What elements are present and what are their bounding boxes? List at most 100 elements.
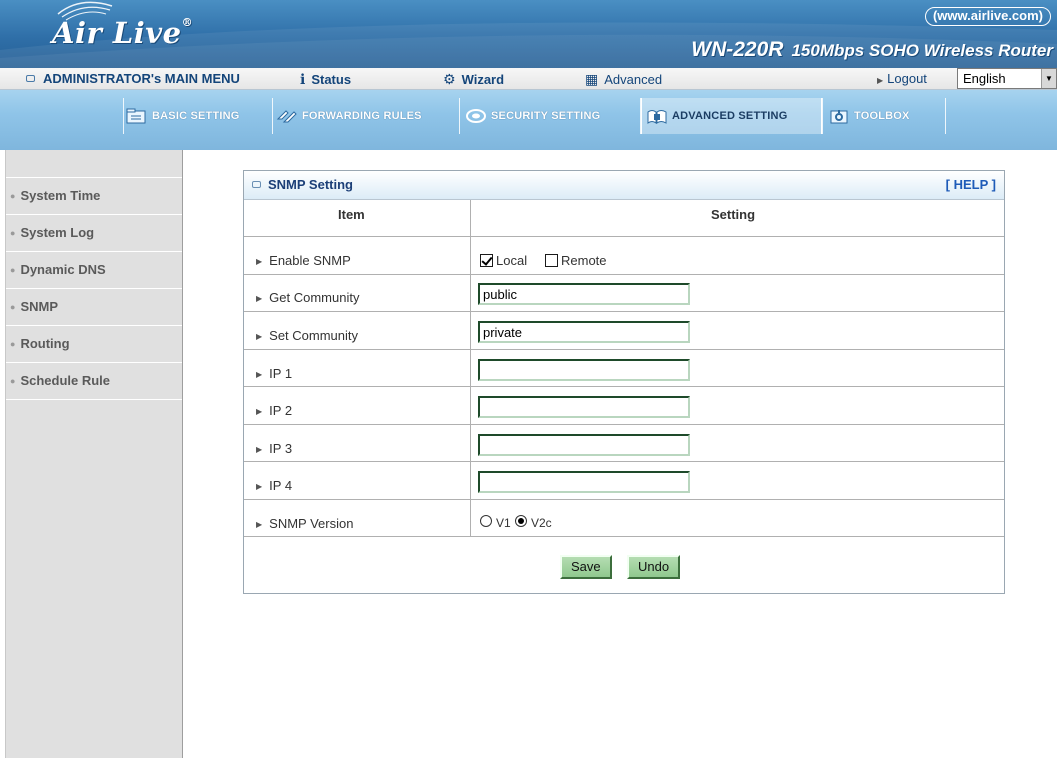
shield-icon: [466, 109, 486, 123]
arrow-icon: [276, 110, 297, 123]
header-banner: Air Live® (www.airlive.com) WN-220R 150Mb…: [0, 0, 1057, 68]
triangle-right-icon: ▶: [256, 294, 263, 303]
tab-separator: [945, 98, 946, 134]
ip1-input[interactable]: [478, 359, 690, 381]
triangle-right-icon: ▶: [877, 76, 884, 85]
admin-main-menu-link[interactable]: ADMINISTRATOR's MAIN MENU: [6, 68, 240, 90]
tab-separator: [459, 98, 460, 134]
column-header-setting: Setting: [711, 207, 756, 222]
v2c-radio[interactable]: [515, 515, 527, 527]
v1-label: V1: [496, 516, 511, 530]
tab-security-setting[interactable]: SECURITY SETTING: [465, 98, 600, 134]
local-checkbox[interactable]: [480, 254, 493, 267]
column-header-item: Item: [338, 207, 365, 222]
triangle-right-icon: ▶: [256, 370, 263, 379]
panel-header: SNMP Setting [ HELP ]: [244, 171, 1004, 200]
tab-forwarding-rules[interactable]: FORWARDING RULES: [276, 98, 422, 134]
row-divider: [244, 274, 1004, 275]
ip3-input[interactable]: [478, 434, 690, 456]
square-bullet-icon: [26, 75, 35, 82]
save-button[interactable]: Save: [560, 555, 612, 579]
wizard-icon: ⚙: [443, 71, 456, 87]
bullet-icon: ●: [10, 191, 16, 201]
row-label-ip2: ▶ IP 2: [256, 403, 293, 418]
sidebar-item-routing[interactable]: ● Routing: [6, 326, 182, 363]
site-url-link[interactable]: (www.airlive.com): [924, 7, 1051, 26]
bullet-icon: ●: [10, 228, 16, 238]
status-link[interactable]: ℹ Status: [300, 68, 351, 90]
triangle-right-icon: ▶: [256, 482, 263, 491]
tools-icon: [830, 110, 848, 124]
sidebar-header: [6, 150, 182, 178]
column-divider: [470, 200, 471, 536]
undo-button[interactable]: Undo: [627, 555, 681, 579]
stack-icon: [647, 110, 667, 124]
language-value: English: [963, 71, 1006, 86]
row-divider: [244, 311, 1004, 312]
chevron-down-icon[interactable]: ▼: [1041, 69, 1056, 88]
get-community-input[interactable]: [478, 283, 690, 305]
tab-toolbox[interactable]: TOOLBOX: [828, 98, 910, 134]
ip4-input[interactable]: [478, 471, 690, 493]
sidebar-item-schedule-rule[interactable]: ● Schedule Rule: [6, 363, 182, 400]
bullet-icon: ●: [10, 376, 16, 386]
remote-checkbox[interactable]: [545, 254, 558, 267]
row-divider: [244, 461, 1004, 462]
sidebar-item-system-time[interactable]: ● System Time: [6, 178, 182, 215]
local-label: Local: [496, 253, 528, 268]
row-divider: [244, 386, 1004, 387]
row-divider: [244, 349, 1004, 350]
main-menu-bar: ADMINISTRATOR's MAIN MENU ℹ Status ⚙ Wizar…: [0, 68, 1057, 90]
airlive-logo: Air Live®: [52, 16, 194, 50]
row-divider: [244, 499, 1004, 500]
wizard-link[interactable]: ⚙ Wizard: [443, 68, 504, 90]
triangle-right-icon: ▶: [256, 257, 263, 266]
tab-separator: [272, 98, 273, 134]
set-community-input[interactable]: [478, 321, 690, 343]
tab-bar: BASIC SETTING FORWARDING RULES SECURITY …: [0, 90, 1057, 150]
row-label-ip3: ▶ IP 3: [256, 441, 293, 456]
sidebar-item-snmp[interactable]: ● SNMP: [6, 289, 182, 326]
row-divider: [244, 424, 1004, 425]
row-label-enable-snmp: ▶ Enable SNMP: [256, 253, 351, 268]
row-divider: [244, 536, 1004, 537]
triangle-right-icon: ▶: [256, 520, 263, 529]
row-label-ip1: ▶ IP 1: [256, 366, 293, 381]
info-icon: ℹ: [300, 71, 306, 87]
row-label-get-community: ▶ Get Community: [256, 290, 360, 305]
ip2-input[interactable]: [478, 396, 690, 418]
sidebar-item-system-log[interactable]: ● System Log: [6, 215, 182, 252]
model-name: WN-220R: [691, 38, 784, 61]
triangle-right-icon: ▶: [256, 445, 263, 454]
row-label-snmp-version: ▶ SNMP Version: [256, 516, 354, 531]
bullet-icon: ●: [10, 302, 16, 312]
remote-label: Remote: [561, 253, 607, 268]
square-bullet-icon: [252, 181, 261, 188]
sidebar: ● System Time ● System Log ● Dynamic DNS ● S…: [5, 150, 183, 758]
v2c-label: V2c: [531, 516, 552, 530]
logo-text: Air Live: [52, 16, 182, 50]
model-title: WN-220R 150Mbps SOHO Wireless Router: [691, 38, 1053, 62]
advanced-link[interactable]: ▦ Advanced: [585, 68, 662, 90]
triangle-right-icon: ▶: [256, 332, 263, 341]
row-label-ip4: ▶ IP 4: [256, 478, 293, 493]
tab-separator: [822, 98, 823, 134]
logout-link[interactable]: ▶ Logout: [877, 68, 927, 90]
panel-title: SNMP Setting: [252, 177, 353, 192]
row-label-set-community: ▶ Set Community: [256, 328, 359, 343]
folder-icon: [126, 108, 146, 124]
tab-separator: [123, 98, 124, 134]
language-select[interactable]: English ▼: [957, 68, 1057, 89]
tab-advanced-setting[interactable]: ADVANCED SETTING: [646, 98, 787, 134]
v1-radio[interactable]: [480, 515, 492, 527]
snmp-setting-panel: SNMP Setting [ HELP ] Item Setting ▶ Enab…: [243, 170, 1005, 594]
model-description: 150Mbps SOHO Wireless Router: [791, 41, 1053, 60]
tab-basic-setting[interactable]: BASIC SETTING: [126, 98, 240, 134]
row-divider: [244, 236, 1004, 237]
triangle-right-icon: ▶: [256, 407, 263, 416]
bullet-icon: ●: [10, 265, 16, 275]
advanced-icon: ▦: [585, 71, 599, 87]
bullet-icon: ●: [10, 339, 16, 349]
sidebar-item-dynamic-dns[interactable]: ● Dynamic DNS: [6, 252, 182, 289]
help-link[interactable]: [ HELP ]: [946, 177, 996, 192]
